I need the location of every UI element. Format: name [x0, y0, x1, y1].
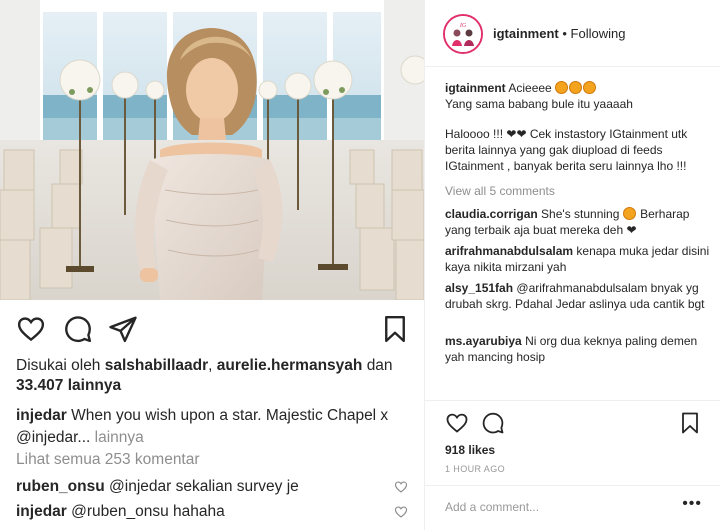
repost-header: IG igtainment • Following [425, 0, 720, 67]
comment-icon[interactable] [63, 314, 93, 344]
post-caption: injedar When you wish upon a star. Majes… [16, 405, 414, 449]
view-all-comments-link[interactable]: View all 5 comments [445, 183, 713, 199]
comment-username[interactable]: arifrahmanabdulsalam [445, 244, 573, 258]
add-comment-input[interactable]: Add a comment... [445, 500, 539, 514]
liked-by-text: Disukai oleh salshabillaadr, aurelie.her… [16, 356, 414, 396]
divider [425, 485, 720, 486]
comment-icon[interactable] [481, 411, 505, 435]
likes-count[interactable]: 918 likes [445, 443, 495, 457]
caption-more-link[interactable]: lainnya [95, 429, 144, 446]
repost-action-bar [425, 407, 720, 439]
comment-heart-icon[interactable] [394, 480, 408, 494]
post-timestamp[interactable]: 1 HOUR AGO [445, 464, 505, 474]
comment-username[interactable]: alsy_151fah [445, 281, 513, 295]
repost-panel: IG igtainment • Following igtainment Aci… [425, 0, 720, 530]
repost-caption-extra: Haloooo !!! ❤❤ Cek instastory IGtainment… [445, 126, 713, 174]
header-separator: • [562, 26, 567, 41]
comment-text: @ruben_onsu hahaha [71, 503, 225, 520]
comment-username[interactable]: ruben_onsu [16, 478, 105, 495]
heart-eyes-emoji-icon [622, 207, 636, 220]
view-all-comments-link[interactable]: Lihat semua 253 komentar [16, 451, 200, 469]
comment-username[interactable]: injedar [16, 503, 67, 520]
share-icon[interactable] [108, 314, 138, 344]
bookmark-icon[interactable] [380, 314, 410, 344]
comment-username[interactable]: claudia.corrigan [445, 207, 538, 221]
liked-by-label: Disukai oleh [16, 357, 101, 374]
post-action-bar [0, 300, 424, 356]
comment-text: @injedar sekalian survey je [109, 478, 299, 495]
caption-line-2: Yang sama babang bule itu yaaaah [445, 97, 633, 111]
comment-text: She's stunning [541, 207, 620, 221]
heart-eyes-emoji-icon [583, 81, 597, 94]
comment-row: alsy_151fah @arifrahmanabdulsalam bnyak … [445, 280, 713, 312]
likes-count[interactable]: 33.407 lainnya [16, 377, 121, 394]
caption-line-3: Haloooo !!! [445, 127, 504, 141]
comment-heart-icon[interactable] [394, 505, 408, 519]
black-heart-icon: ❤ [626, 223, 637, 237]
account-username[interactable]: igtainment [493, 26, 559, 41]
post-photo[interactable] [0, 0, 424, 300]
comment-row: ruben_onsu @injedar sekalian survey je [16, 477, 414, 497]
liked-by-user-2[interactable]: aurelie.hermansyah [217, 357, 363, 374]
heart-icon[interactable] [16, 314, 46, 344]
follow-status[interactable]: Following [571, 26, 626, 41]
comment-row: injedar @ruben_onsu hahaha [16, 502, 414, 522]
liked-by-separator: , [208, 357, 213, 374]
black-heart-icon: ❤❤ [506, 127, 527, 141]
more-options-icon[interactable]: ••• [682, 495, 702, 513]
caption-tag[interactable]: @injedar... [16, 429, 90, 446]
avatar[interactable]: IG [443, 14, 483, 54]
liked-by-user-1[interactable]: salshabillaadr [105, 357, 208, 374]
comment-row: claudia.corrigan She's stunning Berharap… [445, 206, 713, 238]
comment-username[interactable]: ms.ayarubiya [445, 334, 522, 348]
original-post-panel: Disukai oleh salshabillaadr, aurelie.her… [0, 0, 424, 530]
repost-caption: igtainment Acieeee Yang sama babang bule… [445, 80, 713, 112]
caption-text: When you wish upon a star. Majestic Chap… [71, 407, 389, 424]
divider [425, 400, 720, 401]
liked-by-and: dan [366, 357, 393, 374]
comment-row: arifrahmanabdulsalam kenapa muka jedar d… [445, 243, 713, 275]
heart-icon[interactable] [445, 411, 469, 435]
heart-eyes-emoji-icon [569, 81, 583, 94]
caption-username[interactable]: injedar [16, 407, 67, 424]
svg-text:IG: IG [459, 23, 467, 29]
repost-account: igtainment • Following [493, 26, 625, 41]
heart-eyes-emoji-icon [555, 81, 569, 94]
caption-username[interactable]: igtainment [445, 81, 506, 95]
bookmark-icon[interactable] [678, 411, 702, 435]
comment-row: ms.ayarubiya Ni org dua keknya paling de… [445, 333, 713, 365]
caption-line-1: Acieeee [508, 81, 552, 95]
